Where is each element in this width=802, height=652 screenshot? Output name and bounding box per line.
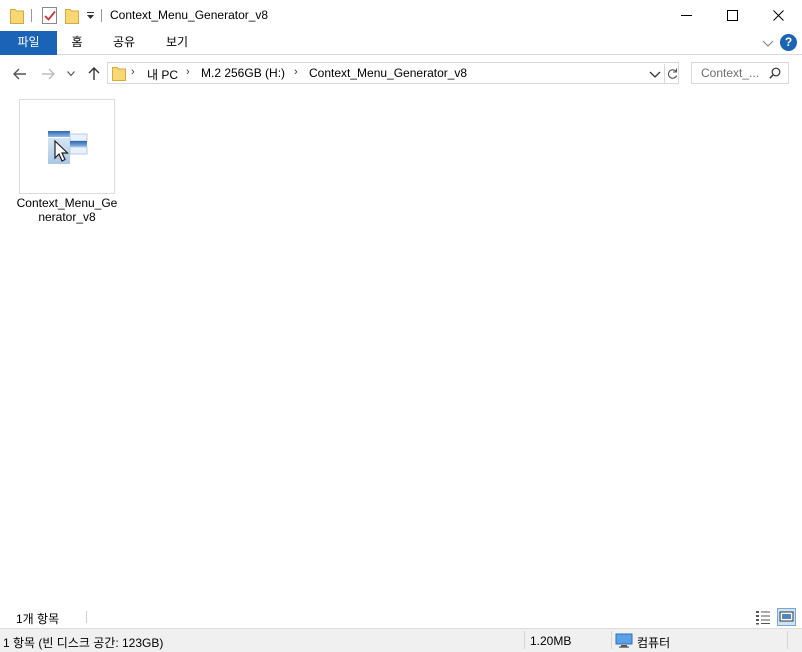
- properties-icon[interactable]: [42, 7, 57, 24]
- details-separator: [787, 631, 788, 649]
- large-icons-view-icon: [779, 611, 794, 622]
- quick-access-separator: [31, 9, 32, 22]
- address-bar[interactable]: › 내 PC › M.2 256GB (H:) › Context_Menu_G…: [107, 62, 679, 84]
- up-button[interactable]: [85, 65, 103, 83]
- file-thumbnail[interactable]: [19, 99, 115, 194]
- back-button[interactable]: [11, 65, 29, 83]
- computer-icon: [615, 633, 633, 648]
- refresh-button[interactable]: [664, 64, 679, 83]
- folder-icon: [112, 67, 126, 81]
- maximize-button[interactable]: [709, 0, 755, 31]
- status-bar: 1개 항목: [0, 606, 802, 628]
- details-separator: [524, 631, 525, 649]
- address-history-icon[interactable]: [648, 67, 662, 81]
- forward-arrow-icon: [42, 68, 55, 80]
- recent-locations-button[interactable]: [64, 65, 78, 83]
- file-item[interactable]: Context_Menu_Generator_v8: [16, 99, 118, 224]
- new-folder-icon[interactable]: [65, 7, 79, 24]
- tab-view[interactable]: 보기: [156, 31, 198, 55]
- back-arrow-icon: [13, 68, 26, 80]
- customize-quick-access-icon[interactable]: [85, 8, 96, 22]
- disk-summary: 1 항목 (빈 디스크 공간: 123GB): [3, 636, 164, 650]
- quick-access-separator: [101, 9, 102, 22]
- folder-icon: [10, 9, 24, 24]
- ribbon: 파일 홈 공유 보기 ?: [0, 31, 802, 55]
- item-count: 1개 항목: [16, 612, 60, 626]
- expand-ribbon-icon[interactable]: [762, 37, 774, 49]
- search-box[interactable]: Context_...: [691, 62, 789, 84]
- file-list-view[interactable]: Context_Menu_Generator_v8: [0, 92, 802, 606]
- breadcrumb-folder[interactable]: Context_Menu_Generator_v8: [309, 66, 467, 80]
- search-input[interactable]: Context_...: [701, 66, 759, 80]
- selection-size: 1.20MB: [530, 634, 572, 648]
- forward-button[interactable]: [39, 65, 57, 83]
- breadcrumb-this-pc[interactable]: 내 PC: [147, 66, 178, 83]
- breadcrumb-chevron-icon[interactable]: ›: [186, 66, 190, 78]
- file-name[interactable]: Context_Menu_Generator_v8: [16, 196, 118, 224]
- details-view-icon[interactable]: [755, 609, 771, 625]
- status-separator: [86, 611, 87, 623]
- window-title: Context_Menu_Generator_v8: [110, 8, 269, 22]
- breadcrumb-drive[interactable]: M.2 256GB (H:): [201, 66, 285, 80]
- location-label: 컴퓨터: [637, 636, 671, 650]
- breadcrumb-chevron-icon[interactable]: ›: [294, 66, 298, 78]
- details-separator: [611, 631, 612, 649]
- maximize-icon: [726, 10, 738, 21]
- up-arrow-icon: [88, 67, 100, 80]
- tab-home[interactable]: 홈: [63, 31, 91, 55]
- details-bar: 1 항목 (빈 디스크 공간: 123GB) 1.20MB 컴퓨터: [0, 628, 802, 652]
- search-icon[interactable]: [769, 67, 781, 79]
- minimize-button[interactable]: [663, 0, 709, 31]
- navigation-bar: › 내 PC › M.2 256GB (H:) › Context_Menu_G…: [0, 56, 802, 92]
- breadcrumb-chevron-icon[interactable]: ›: [131, 66, 135, 78]
- close-button[interactable]: [755, 0, 801, 31]
- large-icons-view-button[interactable]: [777, 608, 796, 626]
- title-bar: Context_Menu_Generator_v8: [0, 0, 802, 31]
- close-icon: [772, 10, 784, 21]
- help-button[interactable]: ?: [780, 34, 797, 51]
- tab-share[interactable]: 공유: [103, 31, 145, 55]
- tab-file[interactable]: 파일: [0, 31, 57, 55]
- refresh-icon: [667, 68, 677, 79]
- minimize-icon: [680, 15, 692, 16]
- chevron-down-icon: [67, 71, 75, 77]
- application-icon: [48, 131, 88, 164]
